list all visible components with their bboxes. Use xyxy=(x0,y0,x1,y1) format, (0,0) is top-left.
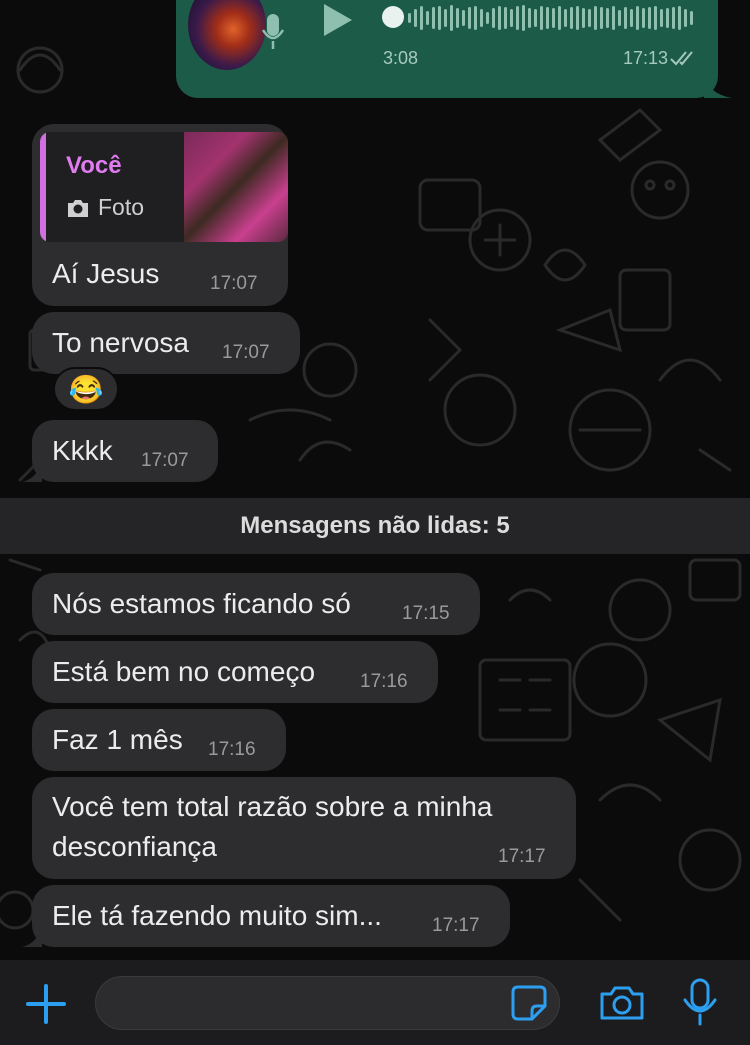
photo-thumbnail[interactable] xyxy=(184,132,288,242)
microphone-icon xyxy=(262,14,284,49)
message-input[interactable] xyxy=(95,976,560,1030)
message-text-line-2: desconfiança xyxy=(52,831,218,862)
message-time: 17:16 xyxy=(208,739,256,760)
message-text: Kkkk xyxy=(52,435,113,466)
message-reaction[interactable]: 😂 xyxy=(53,367,119,411)
message-bubble[interactable]: Ele tá fazendo muito sim... 17:17 xyxy=(22,885,510,947)
unread-messages-label: Mensagens não lidas: 5 xyxy=(240,512,510,539)
message-time: 17:17 xyxy=(498,846,546,867)
voice-duration: 3:08 xyxy=(383,48,419,68)
message-time: 17:13 xyxy=(622,48,668,68)
message-time: 17:15 xyxy=(402,603,450,624)
plus-icon[interactable] xyxy=(24,982,68,1026)
message-text: Aí Jesus xyxy=(52,258,160,289)
quoted-sender: Você xyxy=(66,152,122,179)
message-text: Nós estamos ficando só xyxy=(52,588,351,619)
bubble-tail xyxy=(704,74,732,98)
message-text: Ele tá fazendo muito sim... xyxy=(52,900,382,931)
quote-bar xyxy=(40,132,46,242)
message-bubble[interactable]: Está bem no começo 17:16 xyxy=(32,641,438,703)
voice-message-bubble[interactable]: 3:08 17:13 xyxy=(176,0,732,98)
message-bubble[interactable]: Nós estamos ficando só 17:15 xyxy=(32,573,480,635)
message-text-line-1: Você tem total razão sobre a minha xyxy=(52,791,493,822)
message-time: 17:07 xyxy=(141,450,189,471)
sticker-icon[interactable] xyxy=(510,984,548,1022)
message-bubble[interactable]: Você tem total razão sobre a minha desco… xyxy=(32,777,576,879)
quoted-reply[interactable]: Você Foto xyxy=(40,132,288,242)
sender-avatar xyxy=(188,0,266,70)
bubble-tail xyxy=(22,925,42,947)
play-icon[interactable] xyxy=(320,2,356,38)
message-input-bar xyxy=(0,960,750,1045)
camera-icon xyxy=(68,200,88,217)
audio-waveform[interactable] xyxy=(408,4,693,32)
playback-scrubber[interactable] xyxy=(382,6,404,28)
message-bubble-reply[interactable]: Você Foto Aí Jesus 17:07 xyxy=(32,124,288,306)
message-time: 17:16 xyxy=(360,671,408,692)
unread-messages-divider: Mensagens não lidas: 5 xyxy=(0,498,750,554)
message-text: Faz 1 mês xyxy=(52,724,183,755)
message-bubble[interactable]: Kkkk 17:07 xyxy=(22,420,218,482)
bubble-tail xyxy=(22,460,42,482)
message-time: 17:07 xyxy=(222,342,270,363)
quoted-kind: Foto xyxy=(98,194,145,220)
read-receipt-icon xyxy=(670,51,693,66)
message-bubble[interactable]: Faz 1 mês 17:16 xyxy=(32,709,286,771)
microphone-icon[interactable] xyxy=(682,978,718,1026)
message-time: 17:07 xyxy=(210,273,258,294)
message-text: To nervosa xyxy=(52,327,189,358)
camera-icon[interactable] xyxy=(598,984,646,1022)
message-text-field[interactable] xyxy=(116,987,500,1021)
message-text: Está bem no começo xyxy=(52,656,316,687)
message-time: 17:17 xyxy=(432,915,480,936)
message-bubble[interactable]: To nervosa 17:07 xyxy=(32,312,300,374)
